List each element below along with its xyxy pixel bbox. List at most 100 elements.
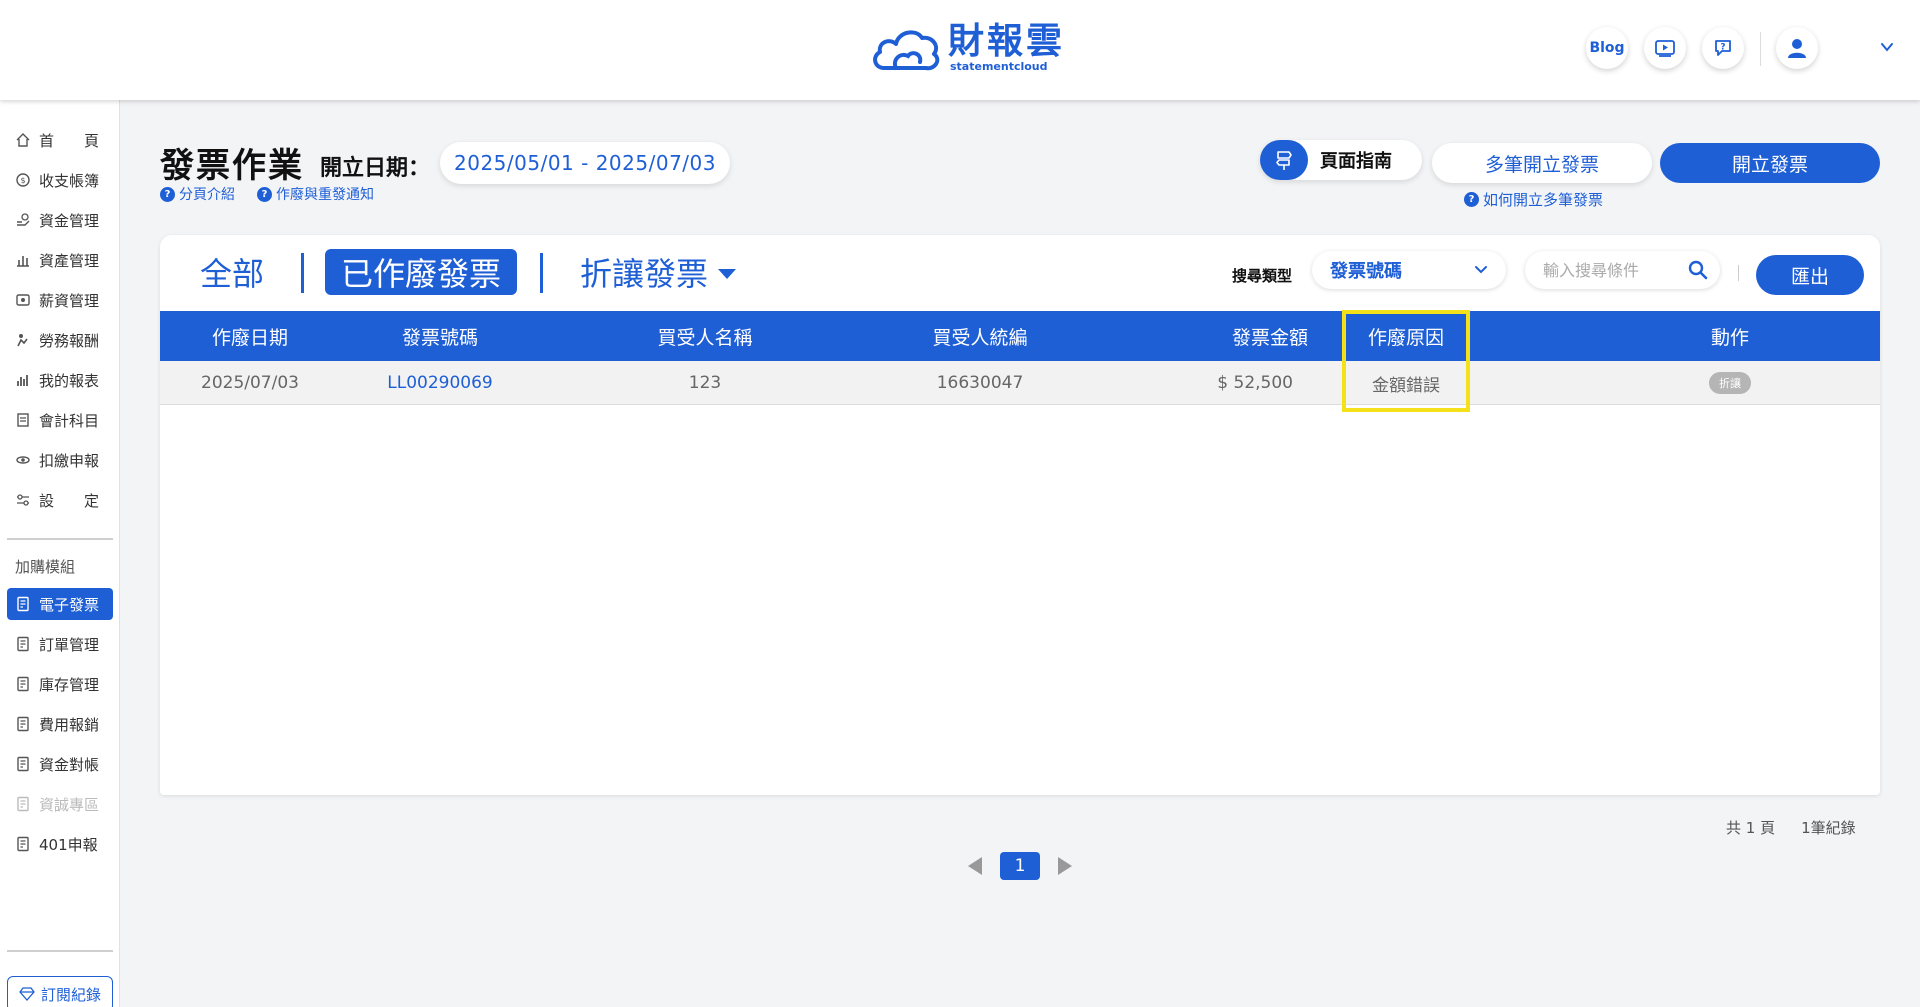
sidebar-item-orders[interactable]: 訂單管理	[7, 628, 113, 660]
tab-all[interactable]: 全部	[200, 249, 264, 295]
table-header: 作廢日期 發票號碼 買受人名稱 買受人統編 發票金額 作廢原因 動作	[160, 311, 1880, 361]
brand-subtitle: statementcloud	[950, 60, 1048, 73]
sidebar-item-service-pay[interactable]: 勞務報酬	[7, 324, 113, 356]
help-icon: ?	[1464, 192, 1479, 207]
diamond-icon	[19, 987, 35, 1001]
assets-icon	[15, 252, 31, 268]
user-icon	[1788, 39, 1806, 58]
tab-divider	[540, 253, 543, 293]
sidebar-item-salary[interactable]: 薪資管理	[7, 284, 113, 316]
sidebar-item-label: 訂單管理	[39, 635, 100, 654]
issue-date-label: 開立日期：	[320, 156, 431, 181]
sidebar-item-funds[interactable]: 資金管理	[7, 204, 113, 236]
document-icon	[15, 796, 31, 812]
brand-logo[interactable]: 財報雲 statementcloud	[870, 22, 1065, 74]
sidebar-item-reports[interactable]: 我的報表	[7, 364, 113, 396]
tab-divider	[301, 253, 304, 293]
sidebar-item-401-filing[interactable]: 401申報	[7, 828, 113, 860]
page-number-button[interactable]: 1	[1000, 852, 1040, 880]
sidebar-item-label: 勞務報酬	[39, 331, 100, 350]
prev-page-icon[interactable]	[968, 857, 982, 875]
sidebar-item-label: 設 定	[39, 491, 100, 510]
multi-issue-label: 多筆開立發票	[1484, 153, 1599, 176]
issue-invoice-label: 開立發票	[1731, 153, 1808, 176]
column-header-amount[interactable]: 發票金額	[1180, 311, 1360, 361]
help-icon: ?	[257, 186, 272, 202]
total-pages: 共 1 頁	[1726, 819, 1776, 837]
top-header: 財報雲 statementcloud Blog ?	[0, 0, 1920, 100]
export-button[interactable]: 匯出	[1756, 255, 1864, 295]
chevron-down-icon[interactable]	[1880, 40, 1894, 54]
sidebar-item-reconciliation[interactable]: 資金對帳	[7, 748, 113, 780]
column-header-buyer-tax-id[interactable]: 買受人統編	[870, 311, 1090, 361]
tab-all-label: 全部	[200, 255, 265, 293]
multi-issue-help-link[interactable]: ? 如何開立多筆發票	[1464, 189, 1603, 210]
sidebar-item-label: 資金對帳	[39, 755, 100, 774]
page-guide-button[interactable]: 頁面指南	[1260, 140, 1422, 180]
signpost-icon	[1260, 140, 1308, 180]
column-header-invoice-no[interactable]: 發票號碼	[340, 311, 540, 361]
sidebar-divider	[7, 950, 113, 952]
search-type-select[interactable]: 發票號碼	[1312, 251, 1506, 289]
support-chat-button[interactable]: ?	[1702, 27, 1744, 69]
search-box	[1525, 251, 1720, 289]
addon-section-label: 加購模組	[15, 558, 76, 576]
next-page-icon[interactable]	[1058, 857, 1072, 875]
sidebar-item-accounts[interactable]: 會計科目	[7, 404, 113, 436]
multi-issue-button[interactable]: 多筆開立發票	[1432, 143, 1652, 183]
sidebar-item-pwc-zone: 資誠專區	[7, 788, 113, 820]
sidebar-item-label: 會計科目	[39, 411, 100, 430]
column-header-void-date[interactable]: 作廢日期	[160, 311, 340, 361]
search-input[interactable]	[1543, 260, 1673, 280]
table-row: 2025/07/03 LL00290069 123 16630047 $ 52,…	[160, 361, 1880, 405]
tab-discount[interactable]: 折讓發票	[580, 249, 737, 295]
sidebar-item-label: 電子發票	[39, 595, 100, 614]
discount-action-button[interactable]: 折讓	[1709, 372, 1751, 394]
tax-icon	[15, 452, 31, 468]
chart-icon	[15, 372, 31, 388]
void-reissue-label: 作廢與重發通知	[276, 187, 374, 203]
sidebar-item-label: 資產管理	[39, 251, 100, 270]
svg-text:?: ?	[1720, 43, 1725, 53]
cell-void-date: 2025/07/03	[201, 373, 299, 393]
column-header-action[interactable]: 動作	[1660, 311, 1800, 361]
issue-invoice-button[interactable]: 開立發票	[1660, 143, 1880, 183]
cell-buyer-tax-id: 16630047	[936, 373, 1024, 393]
sidebar-divider	[7, 538, 113, 540]
sidebar-item-withholding[interactable]: 扣繳申報	[7, 444, 113, 476]
void-reissue-link[interactable]: ? 作廢與重發通知	[257, 184, 374, 204]
sidebar-item-label: 資誠專區	[39, 795, 100, 814]
salary-icon	[15, 292, 31, 308]
cell-amount: $ 52,500	[1217, 373, 1293, 393]
cell-action: 折讓	[1660, 361, 1800, 405]
search-type-label: 搜尋類型	[1232, 267, 1293, 285]
page-intro-label: 分頁介紹	[179, 187, 235, 203]
tab-voided[interactable]: 已作廢發票	[325, 249, 518, 295]
sidebar-item-settings[interactable]: 設 定	[7, 484, 113, 516]
sidebar-item-ledger[interactable]: $ 收支帳簿	[7, 164, 113, 196]
sidebar-item-label: 扣繳申報	[39, 451, 100, 470]
page-intro-link[interactable]: ? 分頁介紹	[160, 184, 235, 204]
search-icon[interactable]	[1688, 260, 1708, 280]
sidebar-item-expenses[interactable]: 費用報銷	[7, 708, 113, 740]
void-reason-highlight-box	[1342, 310, 1470, 412]
date-range-value: 2025/05/01 - 2025/07/03	[454, 151, 716, 175]
hand-money-icon	[15, 212, 31, 228]
blog-button[interactable]: Blog	[1586, 27, 1628, 69]
sidebar-item-inventory[interactable]: 庫存管理	[7, 668, 113, 700]
sidebar-item-e-invoice[interactable]: 電子發票	[7, 588, 113, 620]
cell-buyer-name: 123	[688, 373, 722, 393]
sidebar-item-assets[interactable]: 資產管理	[7, 244, 113, 276]
tab-voided-label: 已作廢發票	[341, 255, 502, 293]
column-header-buyer-name[interactable]: 買受人名稱	[540, 311, 870, 361]
date-range-picker[interactable]: 2025/05/01 - 2025/07/03	[440, 142, 730, 184]
question-chat-icon: ?	[1715, 40, 1731, 56]
sidebar-item-home[interactable]: 首 頁	[7, 124, 113, 156]
pagination-info: 共 1 頁 1筆紀錄	[1726, 817, 1856, 838]
svg-text:$: $	[20, 176, 25, 185]
subscription-record-button[interactable]: 訂閱紀錄	[7, 976, 113, 1007]
user-avatar-button[interactable]	[1776, 27, 1818, 69]
cell-invoice-no-link[interactable]: LL00290069	[340, 361, 540, 405]
video-tutorial-button[interactable]	[1644, 27, 1686, 69]
home-icon	[15, 132, 31, 148]
